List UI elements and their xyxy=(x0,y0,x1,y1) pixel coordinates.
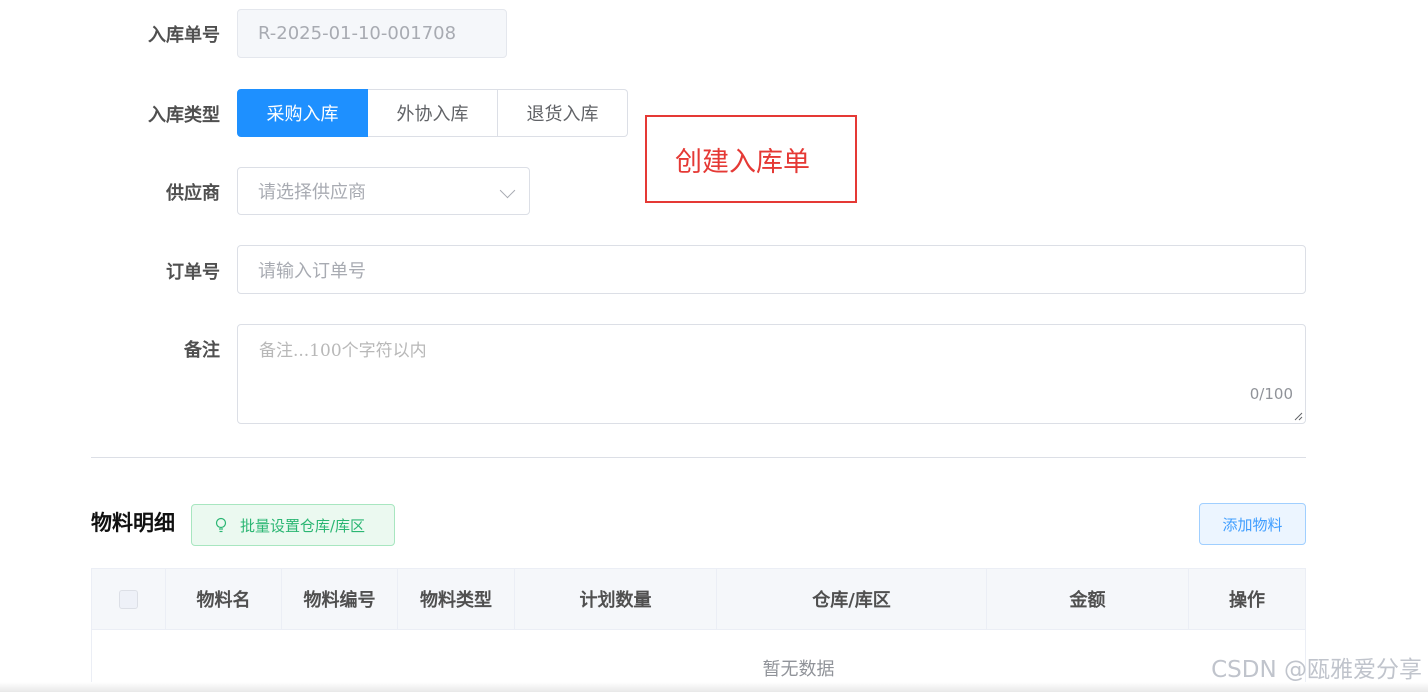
materials-table: 物料名 物料编号 物料类型 计划数量 仓库/库区 金额 操作 暂无数据 xyxy=(91,568,1306,692)
type-option-return[interactable]: 退货入库 xyxy=(498,89,628,137)
supplier-select[interactable]: 请选择供应商 xyxy=(237,167,530,215)
annotation-text: 创建入库单 xyxy=(675,146,810,178)
table-header: 物料名 物料编号 物料类型 计划数量 仓库/库区 金额 操作 xyxy=(92,569,1305,630)
order-no-value: R-2025-01-10-001708 xyxy=(258,23,457,44)
supplier-label: 供应商 xyxy=(166,183,220,204)
select-all-checkbox[interactable] xyxy=(119,589,138,609)
annotation-box: 创建入库单 xyxy=(645,115,857,203)
materials-title: 物料明细 xyxy=(91,511,175,535)
remark-label: 备注 xyxy=(184,340,220,361)
add-material-button[interactable]: 添加物料 xyxy=(1199,503,1306,545)
purchase-order-input[interactable]: 请输入订单号 xyxy=(237,245,1306,294)
remark-char-count: 0/100 xyxy=(1249,385,1293,403)
section-divider xyxy=(91,457,1306,458)
column-header-warehouse: 仓库/库区 xyxy=(717,569,987,629)
remark-placeholder: 备注...100个字符以内 xyxy=(259,341,427,361)
column-header-code: 物料编号 xyxy=(282,569,398,629)
purchase-order-label: 订单号 xyxy=(166,262,220,283)
column-header-quantity: 计划数量 xyxy=(515,569,717,629)
column-header-type: 物料类型 xyxy=(398,569,515,629)
purchase-order-placeholder: 请输入订单号 xyxy=(258,260,366,282)
select-all-cell xyxy=(92,569,166,629)
remark-textarea[interactable]: 备注...100个字符以内 0/100 xyxy=(237,324,1306,424)
type-radio-group: 采购入库 外协入库 退货入库 xyxy=(237,89,628,137)
batch-set-warehouse-button[interactable]: 批量设置仓库/库区 xyxy=(191,504,395,546)
column-header-actions: 操作 xyxy=(1229,590,1265,611)
type-option-outsource[interactable]: 外协入库 xyxy=(368,89,498,137)
lightbulb-icon xyxy=(215,517,227,533)
supplier-placeholder: 请选择供应商 xyxy=(258,182,366,203)
column-header-name: 物料名 xyxy=(166,569,282,629)
batch-button-label: 批量设置仓库/库区 xyxy=(240,516,366,535)
watermark: CSDN @瓯雅爱分享 xyxy=(1211,657,1422,683)
order-no-input: R-2025-01-10-001708 xyxy=(237,9,507,58)
type-label: 入库类型 xyxy=(148,105,220,126)
bottom-shade xyxy=(0,682,1428,692)
resize-grip-icon[interactable] xyxy=(1293,411,1303,421)
column-header-amount: 金额 xyxy=(987,569,1189,629)
type-option-purchase[interactable]: 采购入库 xyxy=(237,89,368,137)
chevron-down-icon xyxy=(499,182,516,199)
order-no-label: 入库单号 xyxy=(148,25,220,46)
